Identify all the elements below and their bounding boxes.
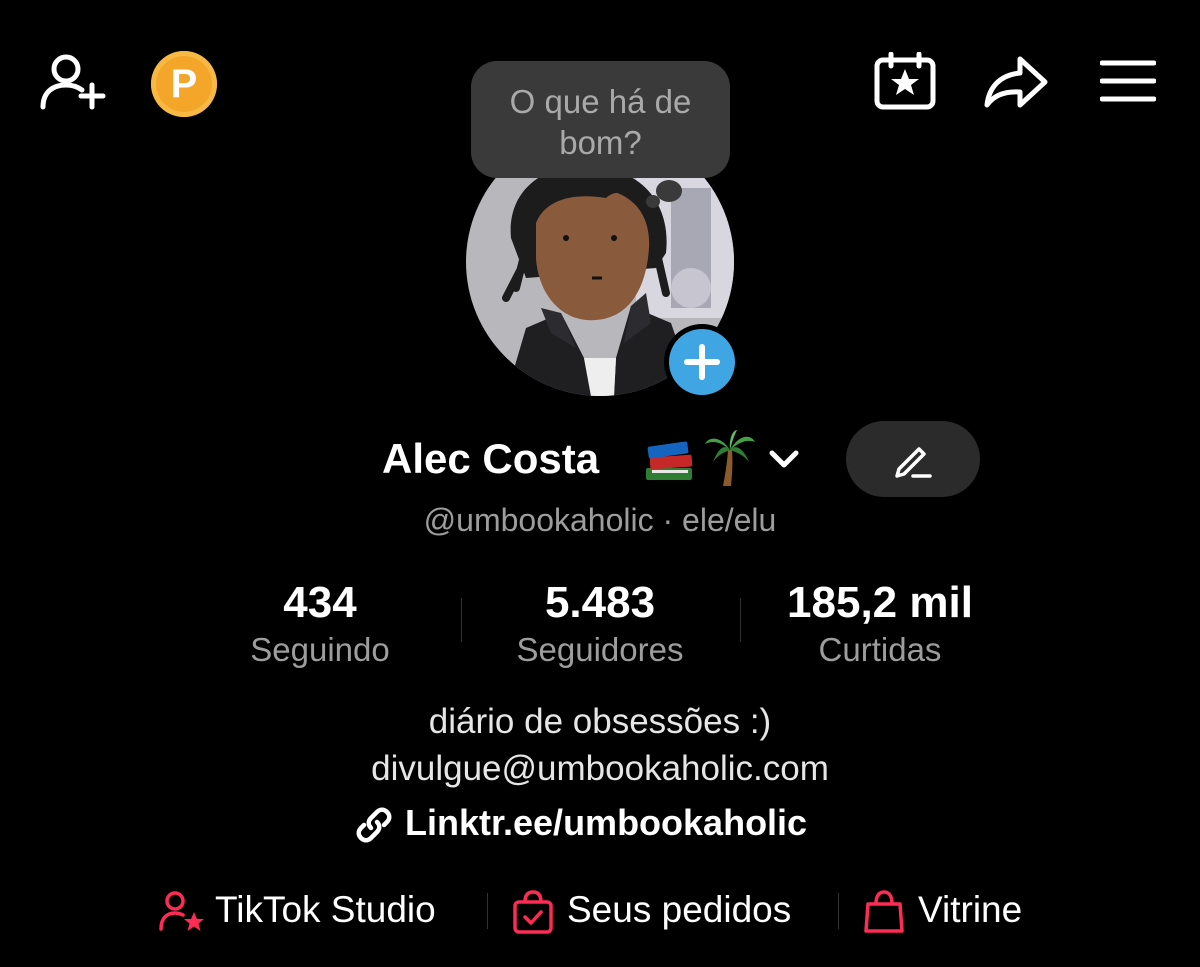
stat-likes[interactable]: 185,2 mil Curtidas [760,578,1000,672]
profile-link-text: Linktr.ee/umbookaholic [405,802,808,843]
stat-followers[interactable]: 5.483 Seguidores [490,578,710,672]
stat-following[interactable]: 434 Seguindo [230,578,410,672]
tool-label: Vitrine [918,889,1023,930]
stat-label: Curtidas [818,631,942,668]
add-friend-button[interactable] [40,52,106,112]
share-button[interactable] [983,55,1049,109]
tool-divider [838,893,839,929]
person-plus-icon [40,54,106,110]
account-switch-button[interactable] [766,444,802,479]
tool-divider [487,893,488,929]
bubble-tail [656,180,682,202]
person-star-icon [159,891,204,931]
profile-handle: @umbookaholic · ele/elu [423,502,777,538]
tool-label: Seus pedidos [567,889,792,930]
shopping-bag-icon [864,890,904,933]
coins-button[interactable]: P [151,51,217,117]
tool-label: TikTok Studio [215,889,436,930]
bubble-tail-small [646,195,660,208]
stat-divider [740,598,741,642]
stat-label: Seguidores [516,631,684,668]
add-avatar-button[interactable] [664,324,740,400]
stat-value: 185,2 mil [787,578,973,627]
stat-divider [461,598,462,642]
bio-line-2: divulgue@umbookaholic.com [371,749,829,788]
stat-value: 5.483 [544,578,656,627]
palm-tree-emoji [705,430,755,486]
bubble-line-1: O que há de [509,83,692,120]
books-emoji [646,441,693,480]
stat-label: Seguindo [250,631,390,668]
bubble-line-2: bom? [559,124,642,161]
link-icon [356,807,392,843]
order-bag-check-icon [513,890,553,934]
share-arrow-icon [984,56,1048,108]
calendar-star-icon [874,52,936,110]
status-bubble[interactable]: O que há de bom? [471,61,730,178]
profile-name: Alec Costa [382,435,600,482]
calendar-button[interactable] [874,52,936,110]
stat-value: 434 [283,578,357,627]
coin-label: P [170,62,198,106]
hamburger-menu-icon [1100,60,1156,102]
bio-line-1: diário de obsessões :) [428,702,772,741]
edit-profile-button[interactable] [846,421,980,497]
pencil-icon [895,447,932,478]
menu-button[interactable] [1100,58,1156,104]
plus-icon [684,344,720,380]
chevron-down-icon [769,450,799,468]
